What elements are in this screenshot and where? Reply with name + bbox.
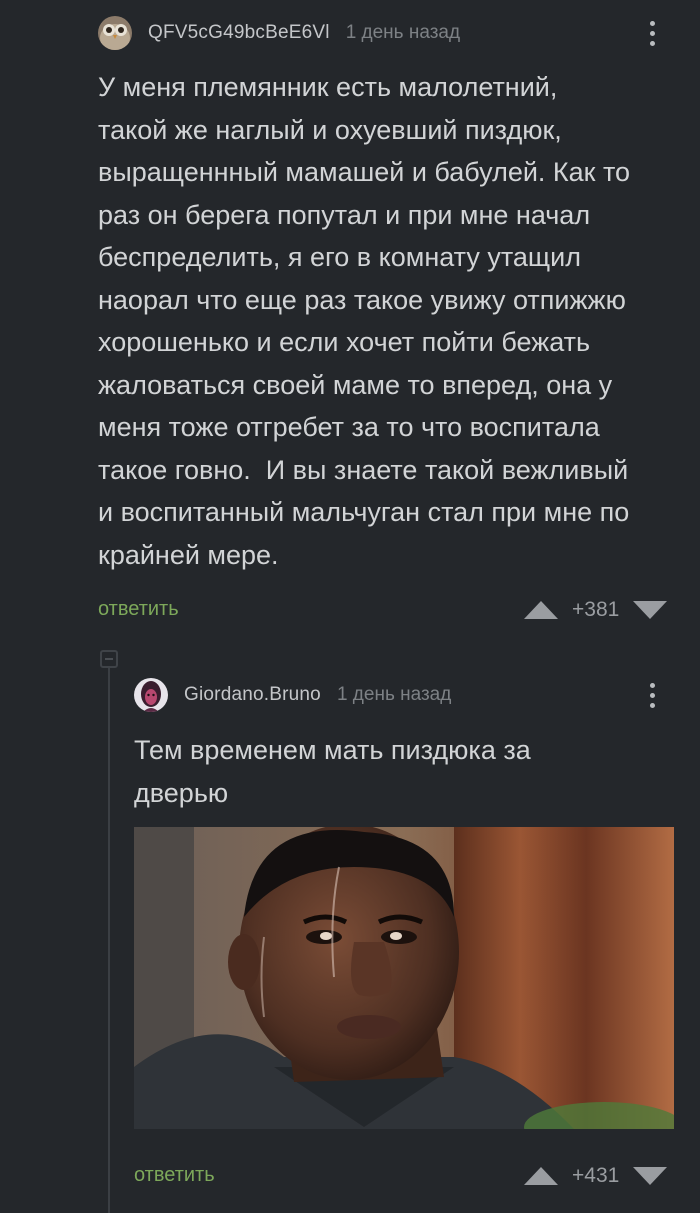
upvote-icon[interactable] xyxy=(524,1167,558,1185)
thread-line[interactable] xyxy=(108,668,110,1213)
rating-control: +431 xyxy=(524,1161,668,1191)
reply-text: Тем временем мать пиздюка за дверью xyxy=(134,735,531,808)
reply-header: Giordano.Bruno 1 день назад xyxy=(134,677,451,713)
score: +431 xyxy=(572,1164,620,1187)
downvote-icon[interactable] xyxy=(633,601,668,619)
score: +381 xyxy=(572,598,620,621)
sweating-man-photo[interactable] xyxy=(134,827,674,1129)
timestamp: 1 день назад xyxy=(345,22,461,43)
reply-button[interactable]: ответить xyxy=(134,1164,215,1187)
comment-text: У меня племянник есть малолетний, такой … xyxy=(98,72,631,570)
rating-control: +381 xyxy=(524,595,668,625)
portrait-avatar-icon[interactable] xyxy=(134,678,168,712)
more-options-icon[interactable] xyxy=(642,15,662,51)
upvote-icon[interactable] xyxy=(524,601,558,619)
owl-avatar-icon[interactable] xyxy=(98,16,132,50)
username[interactable]: QFV5cG49bcBeE6Vl xyxy=(148,22,330,44)
downvote-icon[interactable] xyxy=(633,1167,668,1185)
reply-button[interactable]: ответить xyxy=(98,598,179,621)
collapse-thread-button[interactable] xyxy=(100,650,118,668)
comment-header: QFV5cG49bcBeE6Vl 1 день назад xyxy=(98,15,460,51)
timestamp: 1 день назад xyxy=(336,684,452,705)
username[interactable]: Giordano.Bruno xyxy=(184,684,321,706)
more-options-icon[interactable] xyxy=(642,677,662,713)
